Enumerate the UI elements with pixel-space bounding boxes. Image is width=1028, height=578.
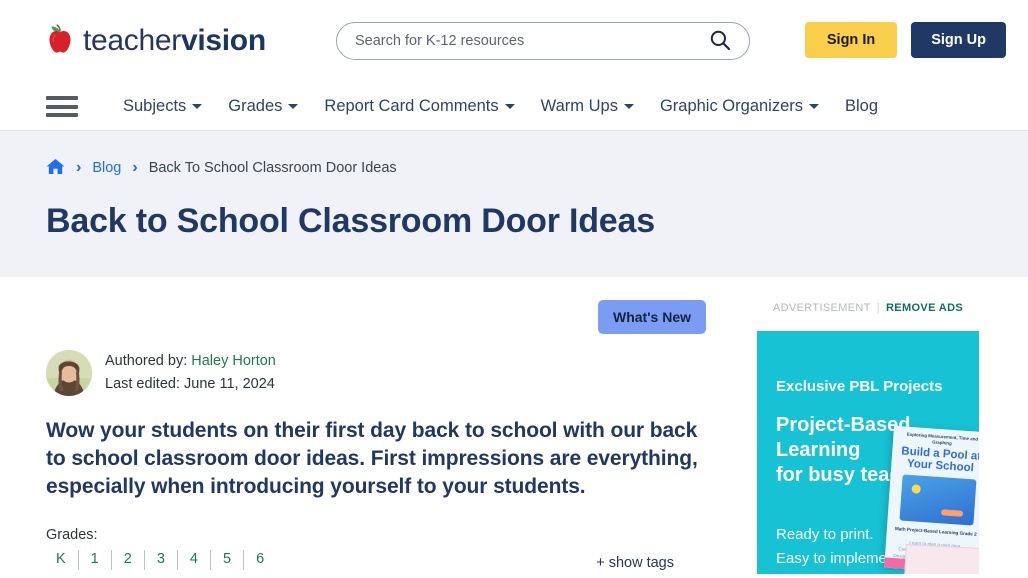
site-header: teachervision Sign In Sign Up (0, 0, 1028, 82)
breadcrumb-separator: › (76, 160, 81, 176)
chevron-down-icon (624, 104, 634, 109)
advertisement-label: ADVERTISEMENT (773, 302, 871, 314)
search-icon (709, 29, 731, 54)
logo-word-teacher: teacher (83, 24, 181, 57)
auth-buttons: Sign In Sign Up (805, 22, 1006, 58)
ad-column: ADVERTISEMENT | REMOVE ADS Exclusive PBL… (730, 277, 1006, 574)
ad-eyebrow: Exclusive PBL Projects (776, 378, 942, 395)
nav-label: Report Card Comments (324, 97, 498, 116)
site-logo[interactable]: teachervision (46, 24, 266, 58)
nav-item-subjects[interactable]: Subjects (123, 97, 202, 116)
grade-link-2[interactable]: 2 (112, 550, 145, 570)
sign-up-button[interactable]: Sign Up (911, 22, 1006, 58)
nav-label: Warm Ups (541, 97, 618, 116)
nav-item-grades[interactable]: Grades (228, 97, 298, 116)
remove-ads-link[interactable]: REMOVE ADS (886, 302, 963, 314)
grade-link-3[interactable]: 3 (145, 550, 178, 570)
content-area: What's New Authored by: Haley Horton (0, 277, 1028, 574)
chevron-down-icon (505, 104, 515, 109)
avatar (46, 350, 92, 396)
hamburger-bar (46, 113, 78, 117)
breadcrumb-separator: › (132, 160, 137, 176)
nav-item-report-card-comments[interactable]: Report Card Comments (324, 97, 514, 116)
logo-word-vision: vision (181, 24, 266, 57)
show-tags-toggle[interactable]: + show tags (596, 555, 674, 571)
nav-label: Blog (845, 97, 878, 116)
grade-link-4[interactable]: 4 (178, 550, 211, 570)
nav-label: Grades (228, 97, 282, 116)
grades-line: K 1 2 3 4 5 6 + show tags (46, 543, 706, 570)
breadcrumb-item-current: Back To School Classroom Door Ideas (149, 160, 397, 176)
author-name-link[interactable]: Haley Horton (191, 353, 276, 369)
grade-link-1[interactable]: 1 (79, 550, 112, 570)
nav-label: Graphic Organizers (660, 97, 803, 116)
article-lede: Wow your students on their first day bac… (46, 417, 706, 501)
chevron-down-icon (288, 104, 298, 109)
hamburger-icon[interactable] (46, 95, 78, 117)
chevron-down-icon (192, 104, 202, 109)
author-block: Authored by: Haley Horton Last edited: J… (46, 350, 706, 397)
author-meta: Authored by: Haley Horton Last edited: J… (105, 350, 276, 397)
grade-link-k[interactable]: K (46, 550, 79, 570)
hamburger-bar (46, 105, 78, 109)
sign-in-button[interactable]: Sign In (805, 22, 897, 58)
ad-paper-stack (904, 544, 979, 574)
main-navigation: Subjects Grades Report Card Comments War… (0, 82, 1028, 130)
search-bar[interactable] (336, 22, 750, 60)
last-edited-label: Last edited: (105, 376, 184, 392)
grade-link-6[interactable]: 6 (244, 550, 276, 570)
authored-by-line: Authored by: Haley Horton (105, 350, 276, 373)
ad-book-illustration (899, 475, 976, 526)
search-button[interactable] (707, 28, 733, 54)
grades-label: Grades: (46, 527, 706, 543)
hamburger-bar (46, 96, 78, 100)
grades-block: Grades: K 1 2 3 4 5 6 + show tags (46, 527, 706, 570)
ad-label-divider: | (877, 302, 880, 314)
last-edited-date: June 11, 2024 (184, 376, 275, 392)
last-edited-line: Last edited: June 11, 2024 (105, 373, 276, 396)
ad-label-row: ADVERTISEMENT | REMOVE ADS (730, 277, 1006, 314)
nav-label: Subjects (123, 97, 186, 116)
whats-new-badge[interactable]: What's New (598, 300, 706, 334)
logo-wordmark: teachervision (83, 26, 266, 56)
grade-links: K 1 2 3 4 5 6 (46, 550, 276, 570)
nav-item-graphic-organizers[interactable]: Graphic Organizers (660, 97, 819, 116)
page-header-band: › Blog › Back To School Classroom Door I… (0, 130, 1028, 277)
page-title: Back to School Classroom Door Ideas (46, 202, 982, 241)
chevron-down-icon (809, 104, 819, 109)
article-column: What's New Authored by: Haley Horton (46, 277, 706, 574)
home-icon[interactable] (46, 158, 65, 178)
ad-book-title: Build a Pool at Your School (891, 442, 979, 476)
search-input[interactable] (355, 33, 707, 49)
breadcrumb-item-blog[interactable]: Blog (92, 160, 121, 176)
grade-link-5[interactable]: 5 (211, 550, 244, 570)
nav-item-warm-ups[interactable]: Warm Ups (541, 97, 634, 116)
authored-by-label: Authored by: (105, 353, 191, 369)
breadcrumb: › Blog › Back To School Classroom Door I… (46, 131, 982, 178)
ad-banner[interactable]: Exclusive PBL Projects Project-Based Lea… (757, 331, 979, 574)
apple-icon (46, 24, 74, 58)
nav-item-blog[interactable]: Blog (845, 97, 878, 116)
whats-new-row: What's New (46, 277, 706, 334)
